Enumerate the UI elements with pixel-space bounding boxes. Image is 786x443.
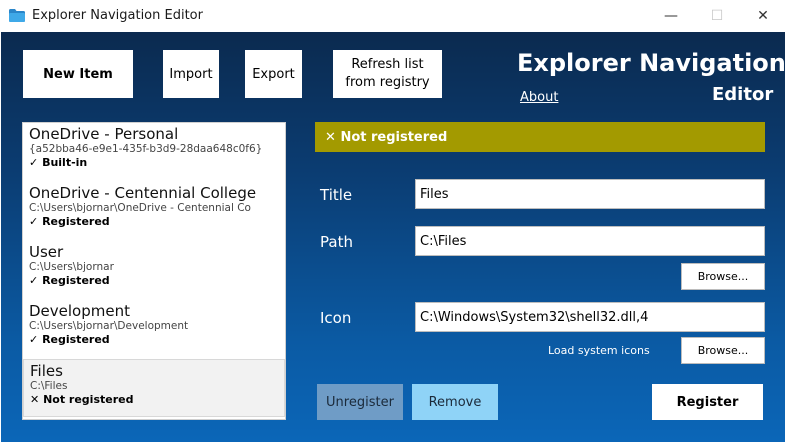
load-system-icons-label: Load system icons [548, 344, 650, 357]
list-item-status: ✓ Registered [29, 333, 285, 347]
list-item-status: ✓ Registered [29, 215, 285, 229]
refresh-button[interactable]: Refresh list from registry [333, 50, 442, 98]
list-item-title: Development [29, 302, 130, 320]
list-item-subtitle: C:\Users\bjornar [29, 261, 114, 273]
title-bar: Explorer Navigation Editor — ☐ ✕ [0, 0, 786, 32]
status-banner: ✕ Not registered [315, 122, 765, 152]
folder-icon [9, 9, 25, 22]
check-icon: ✓ [29, 274, 39, 287]
list-item-status-text: Built-in [42, 156, 88, 169]
list-item[interactable]: OneDrive - Centennial College C:\Users\b… [23, 182, 285, 240]
remove-button[interactable]: Remove [412, 384, 498, 420]
app-window: Explorer Navigation Editor — ☐ ✕ New Ite… [0, 0, 786, 443]
close-button[interactable]: ✕ [740, 0, 786, 32]
list-item[interactable]: Development C:\Users\bjornar\Development… [23, 300, 285, 358]
minimize-button[interactable]: — [648, 0, 694, 32]
list-item-subtitle: C:\Users\bjornar\OneDrive - Centennial C… [29, 202, 251, 214]
refresh-button-line2: from registry [345, 75, 430, 90]
check-icon: ✓ [29, 156, 39, 169]
list-item[interactable]: User C:\Users\bjornar ✓ Registered [23, 241, 285, 299]
register-button[interactable]: Register [652, 384, 763, 420]
list-item[interactable]: OneDrive - Personal {a52bba46-e9e1-435f-… [23, 123, 285, 181]
list-item-title: Files [30, 362, 63, 380]
cross-icon: ✕ [325, 129, 336, 145]
list-item-status: ✓ Registered [29, 274, 285, 288]
maximize-button[interactable]: ☐ [694, 0, 740, 32]
icon-label: Icon [320, 309, 352, 327]
list-item-status: ✕ Not registered [30, 393, 284, 407]
status-banner-text: Not registered [340, 129, 448, 145]
path-label: Path [320, 233, 353, 251]
list-item-subtitle: {a52bba46-e9e1-435f-b3d9-28daa648c0f6} [29, 143, 263, 155]
maximize-icon: ☐ [710, 8, 724, 24]
list-item-title: User [29, 243, 64, 261]
export-button[interactable]: Export [245, 50, 302, 98]
unregister-button[interactable]: Unregister [317, 384, 403, 420]
list-item-status-text: Registered [42, 333, 110, 346]
app-heading-line2: Editor [712, 84, 774, 105]
about-link[interactable]: About [520, 90, 558, 105]
title-label: Title [320, 186, 353, 204]
list-item-title: OneDrive - Centennial College [29, 184, 257, 202]
check-icon: ✓ [29, 215, 39, 228]
import-button[interactable]: Import [163, 50, 219, 98]
main-panel: New Item Import Export Refresh list from… [1, 32, 786, 442]
window-title: Explorer Navigation Editor [32, 8, 203, 23]
list-item-title: OneDrive - Personal [29, 125, 179, 143]
title-field[interactable] [415, 179, 765, 209]
path-field[interactable] [415, 226, 765, 256]
icon-browse-button[interactable]: Browse... [681, 337, 765, 364]
navigation-items-list[interactable]: OneDrive - Personal {a52bba46-e9e1-435f-… [22, 122, 286, 420]
minimize-icon: — [664, 8, 678, 24]
refresh-button-line1: Refresh list [351, 57, 424, 72]
cross-icon: ✕ [30, 393, 40, 406]
new-item-button[interactable]: New Item [23, 50, 133, 98]
list-item-status-text: Not registered [43, 393, 134, 406]
list-item-status-text: Registered [42, 274, 110, 287]
list-item-subtitle: C:\Users\bjornar\Development [29, 320, 189, 332]
icon-field[interactable] [415, 302, 765, 332]
list-item-status: ✓ Built-in [29, 156, 285, 170]
path-browse-button[interactable]: Browse... [681, 263, 765, 290]
list-item-selected[interactable]: Files C:\Files ✕ Not registered [23, 359, 285, 417]
list-item-status-text: Registered [42, 215, 110, 228]
app-heading: Explorer Navigation [517, 49, 786, 77]
check-icon: ✓ [29, 333, 39, 346]
list-item-subtitle: C:\Files [30, 380, 68, 392]
close-icon: ✕ [757, 8, 769, 24]
